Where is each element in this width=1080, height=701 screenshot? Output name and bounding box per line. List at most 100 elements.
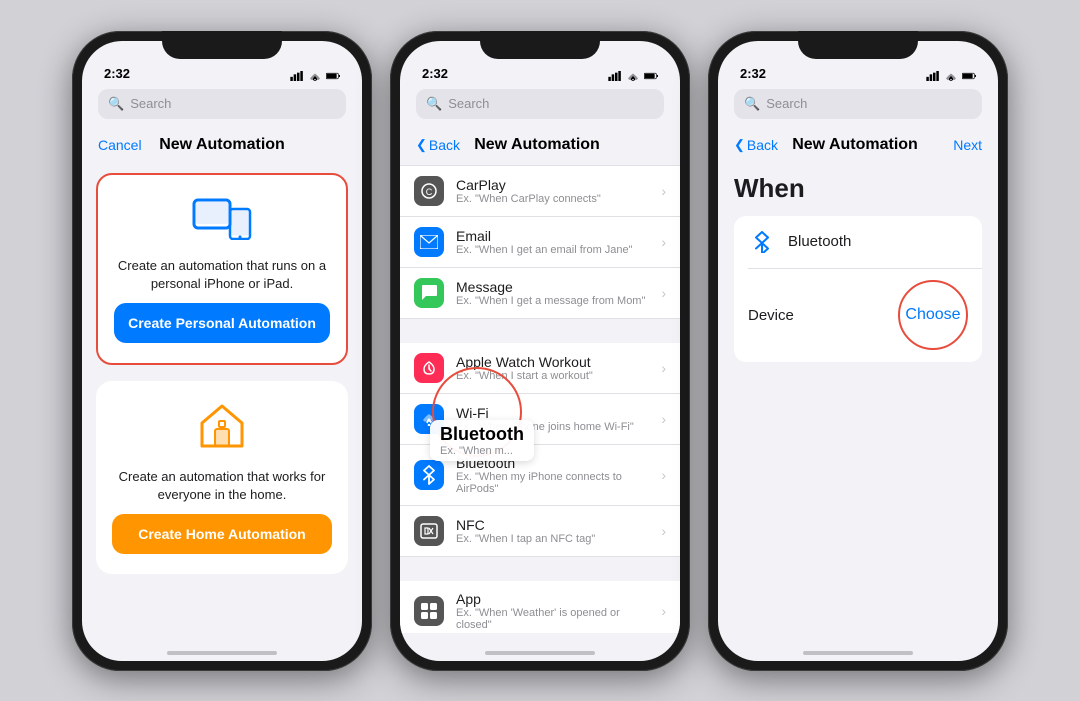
list-item-wifi[interactable]: Wi-Fi Ex. "When iPhone joins home Wi-Fi"… xyxy=(400,394,680,445)
carplay-sub: Ex. "When CarPlay connects" xyxy=(456,193,649,205)
wifi-list-icon xyxy=(414,404,444,434)
app-title: App xyxy=(456,591,649,607)
when-title: When xyxy=(734,173,982,204)
list-item-bluetooth[interactable]: Bluetooth Ex. "When my iPhone connects t… xyxy=(400,445,680,506)
wifi-title: Wi-Fi xyxy=(456,405,649,421)
search-row-1: 🔍 Search xyxy=(82,85,362,125)
message-title: Message xyxy=(456,279,649,295)
notch-1 xyxy=(162,31,282,59)
notch-3 xyxy=(798,31,918,59)
list-item-carplay[interactable]: C CarPlay Ex. "When CarPlay connects" › xyxy=(400,165,680,217)
device-row[interactable]: Device Choose xyxy=(734,268,982,362)
create-home-automation-button[interactable]: Create Home Automation xyxy=(112,514,332,554)
phone-3: 2:32 🔍 Search ❮ Back New Automation Next xyxy=(708,31,1008,671)
nav-title-3: New Automation xyxy=(778,136,932,154)
bluetooth-chevron: › xyxy=(661,467,666,483)
content-3: When Bluetooth Device xyxy=(718,165,998,633)
status-icons-2 xyxy=(608,71,658,81)
workout-sub: Ex. "When I start a workout" xyxy=(456,370,649,382)
list-item-app[interactable]: App Ex. "When 'Weather' is opened or clo… xyxy=(400,581,680,633)
workout-chevron: › xyxy=(661,360,666,376)
back-chevron-2: ❮ xyxy=(416,137,427,153)
wifi-icon-3 xyxy=(944,71,958,81)
notch-2 xyxy=(480,31,600,59)
home-bar-3 xyxy=(803,651,913,655)
signal-icon-1 xyxy=(290,71,304,81)
back-chevron-3: ❮ xyxy=(734,137,745,153)
signal-icon-3 xyxy=(926,71,940,81)
status-icons-1 xyxy=(290,71,340,81)
wifi-icon-2 xyxy=(626,71,640,81)
message-icon xyxy=(414,278,444,308)
workout-title: Apple Watch Workout xyxy=(456,354,649,370)
message-sub: Ex. "When I get a message from Mom" xyxy=(456,295,649,307)
nav-bar-2: ❮ Back New Automation xyxy=(400,125,680,165)
list-item-message[interactable]: Message Ex. "When I get a message from M… xyxy=(400,268,680,319)
battery-icon-1 xyxy=(326,71,340,81)
bluetooth-sub: Ex. "When my iPhone connects to AirPods" xyxy=(456,471,649,495)
battery-icon-3 xyxy=(962,71,976,81)
phone-2: 2:32 🔍 Search ❮ Back New Automation xyxy=(390,31,690,671)
home-icon xyxy=(197,401,247,458)
back-label-2: Back xyxy=(429,137,460,153)
home-bar-1 xyxy=(167,651,277,655)
workout-text: Apple Watch Workout Ex. "When I start a … xyxy=(456,354,649,382)
home-indicator-3 xyxy=(718,633,998,661)
search-bar-1[interactable]: 🔍 Search xyxy=(98,89,346,119)
list-gap-2 xyxy=(400,557,680,581)
content-1: Create an automation that runs on a pers… xyxy=(82,165,362,633)
choose-button[interactable]: Choose xyxy=(898,280,968,350)
status-time-3: 2:32 xyxy=(740,66,766,81)
cancel-button[interactable]: Cancel xyxy=(98,137,148,153)
search-row-2: 🔍 Search xyxy=(400,85,680,125)
app-text: App Ex. "When 'Weather' is opened or clo… xyxy=(456,591,649,631)
nav-bar-3: ❮ Back New Automation Next xyxy=(718,125,998,165)
bluetooth-when-label: Bluetooth xyxy=(788,233,968,250)
nfc-text: NFC Ex. "When I tap an NFC tag" xyxy=(456,517,649,545)
search-row-3: 🔍 Search xyxy=(718,85,998,125)
signal-icon-2 xyxy=(608,71,622,81)
when-card: Bluetooth Device Choose xyxy=(734,216,982,363)
app-icon xyxy=(414,596,444,626)
search-bar-3[interactable]: 🔍 Search xyxy=(734,89,982,119)
personal-automation-card: Create an automation that runs on a pers… xyxy=(96,173,348,365)
carplay-title: CarPlay xyxy=(456,177,649,193)
back-button-3[interactable]: ❮ Back xyxy=(734,137,778,153)
home-card-text: Create an automation that works for ever… xyxy=(112,468,332,504)
search-label-2: Search xyxy=(448,96,489,111)
search-label-1: Search xyxy=(130,96,171,111)
nav-title-2: New Automation xyxy=(460,136,614,154)
svg-text:C: C xyxy=(426,187,433,197)
nfc-icon xyxy=(414,516,444,546)
back-button-2[interactable]: ❮ Back xyxy=(416,137,460,153)
nfc-sub: Ex. "When I tap an NFC tag" xyxy=(456,533,649,545)
wifi-text: Wi-Fi Ex. "When iPhone joins home Wi-Fi" xyxy=(456,405,649,433)
carplay-icon: C xyxy=(414,176,444,206)
message-text: Message Ex. "When I get a message from M… xyxy=(456,279,649,307)
home-indicator-2 xyxy=(400,633,680,661)
bluetooth-text: Bluetooth Ex. "When my iPhone connects t… xyxy=(456,455,649,495)
home-indicator-1 xyxy=(82,633,362,661)
battery-icon-2 xyxy=(644,71,658,81)
wifi-chevron: › xyxy=(661,411,666,427)
phone-2-screen: 2:32 🔍 Search ❮ Back New Automation xyxy=(400,41,680,661)
bluetooth-when-row[interactable]: Bluetooth xyxy=(734,216,982,268)
personal-icon xyxy=(192,195,252,247)
wifi-icon-1 xyxy=(308,71,322,81)
carplay-text: CarPlay Ex. "When CarPlay connects" xyxy=(456,177,649,205)
home-bar-2 xyxy=(485,651,595,655)
wifi-sub: Ex. "When iPhone joins home Wi-Fi" xyxy=(456,421,649,433)
list-item-nfc[interactable]: NFC Ex. "When I tap an NFC tag" › xyxy=(400,506,680,557)
workout-icon xyxy=(414,353,444,383)
list-section-2: C CarPlay Ex. "When CarPlay connects" › … xyxy=(400,165,680,633)
list-item-email[interactable]: Email Ex. "When I get an email from Jane… xyxy=(400,217,680,268)
content-2: C CarPlay Ex. "When CarPlay connects" › … xyxy=(400,165,680,633)
email-sub: Ex. "When I get an email from Jane" xyxy=(456,244,649,256)
bluetooth-when-icon xyxy=(748,228,776,256)
list-item-workout[interactable]: Apple Watch Workout Ex. "When I start a … xyxy=(400,343,680,394)
phone-1-screen: 2:32 🔍 Search Cancel New Automation xyxy=(82,41,362,661)
search-bar-2[interactable]: 🔍 Search xyxy=(416,89,664,119)
create-personal-automation-button[interactable]: Create Personal Automation xyxy=(114,303,330,343)
next-button[interactable]: Next xyxy=(932,137,982,153)
message-chevron: › xyxy=(661,285,666,301)
